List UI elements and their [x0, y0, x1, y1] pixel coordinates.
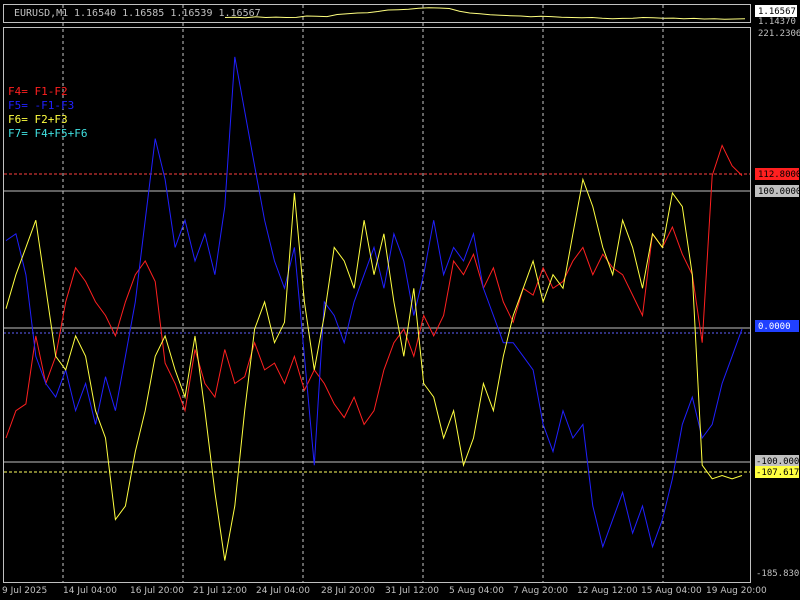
time-axis-label: 7 Aug 20:00: [513, 586, 568, 596]
indicator-legend: F4= F1-F2F5= -F1-F3F6= F2+F3F7= F4+F5+F6: [8, 85, 87, 140]
legend-item: F4= F1-F2: [8, 85, 68, 98]
series-line-6: [5, 177, 743, 561]
ohlc-text: 1.16540 1.16585 1.16539 1.16567: [74, 8, 261, 19]
chart-window[interactable]: EURUSD,M1 1.16540 1.16585 1.16539 1.1656…: [0, 0, 800, 600]
series-line-5: [5, 56, 743, 549]
legend-item: F6= F2+F3: [8, 113, 68, 126]
red-value-label: 112.8000: [758, 170, 800, 180]
time-axis-label: 31 Jul 12:00: [385, 586, 439, 596]
indicator-series: [5, 56, 743, 561]
time-axis-label: 19 Aug 20:00: [706, 586, 767, 596]
time-grid: [62, 5, 664, 582]
indicator-scale-min: -185.8306: [756, 569, 800, 579]
time-axis-label: 14 Jul 04:00: [63, 586, 117, 596]
series-line-4: [5, 144, 743, 439]
time-axis-label: 5 Aug 04:00: [449, 586, 504, 596]
symbol-label: EURUSD,M1: [14, 8, 68, 19]
price-low-label: 1.14370: [758, 17, 796, 27]
time-axis-label: 28 Jul 20:00: [321, 586, 375, 596]
time-axis: 9 Jul 2025 14 Jul 04:00 16 Jul 20:00 21 Jul…: [2, 586, 767, 596]
indicator-frame: [3, 27, 751, 583]
main-price-window: EURUSD,M1 1.16540 1.16585 1.16539 1.1656…: [14, 7, 746, 20]
legend-item: F5= -F1-F3: [8, 99, 74, 112]
price-current-label: 1.16567: [758, 7, 796, 17]
time-axis-label: 9 Jul 2025: [2, 586, 47, 596]
legend-item: F7= F4+F5+F6: [8, 127, 87, 140]
time-axis-label: 24 Jul 04:00: [256, 586, 310, 596]
zero-label: 0.0000: [758, 322, 791, 332]
time-axis-label: 21 Jul 12:00: [193, 586, 247, 596]
indicator-scale-max: 221.2306: [758, 29, 800, 39]
plus-100-label: 100.0000: [758, 187, 800, 197]
time-axis-label: 16 Jul 20:00: [130, 586, 184, 596]
chart-canvas[interactable]: EURUSD,M1 1.16540 1.16585 1.16539 1.1656…: [0, 0, 800, 600]
yellow-value-label: -107.6172: [756, 468, 800, 478]
time-axis-label: 15 Aug 04:00: [641, 586, 702, 596]
time-axis-label: 12 Aug 12:00: [577, 586, 638, 596]
minus-100-label: -100.0000: [756, 457, 800, 467]
